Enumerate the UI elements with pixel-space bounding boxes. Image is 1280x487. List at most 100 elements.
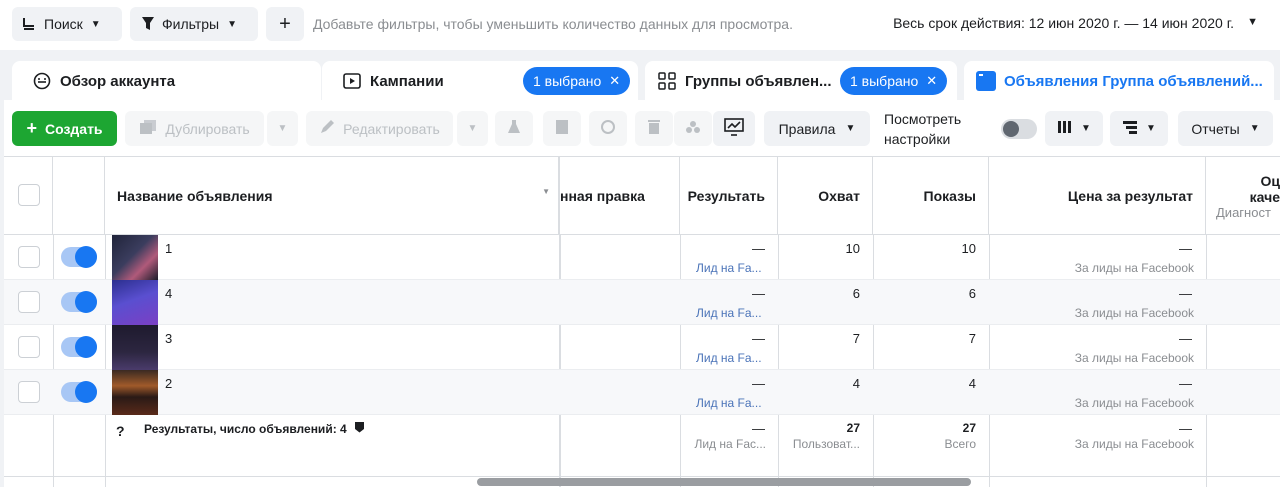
columns-button[interactable]: ▼ <box>1045 111 1103 146</box>
tag-button[interactable] <box>674 111 712 146</box>
header-reach[interactable]: Охват <box>778 157 873 235</box>
chart-monitor-icon <box>724 118 744 139</box>
ad-name[interactable]: 1 <box>165 241 172 256</box>
result-type[interactable]: Лид на Fa... <box>696 351 766 365</box>
preview-button[interactable] <box>543 111 581 146</box>
chevron-down-icon: ▼ <box>1081 123 1091 134</box>
date-range-picker[interactable]: Весь срок действия: 12 июн 2020 г. — 14 … <box>893 15 1234 31</box>
delete-button[interactable] <box>635 111 673 146</box>
ad-on-off-toggle[interactable] <box>61 381 97 403</box>
header-label: каче <box>1249 189 1280 205</box>
reach-value: 4 <box>852 376 860 391</box>
header-impressions[interactable]: Показы <box>873 157 989 235</box>
select-all-checkbox[interactable] <box>18 184 40 206</box>
tab-account-overview[interactable]: Обзор аккаунта <box>12 61 321 101</box>
ad-thumbnail[interactable] <box>112 325 158 370</box>
close-icon[interactable]: ✕ <box>926 73 937 89</box>
chevron-down-icon: ▼ <box>845 123 856 134</box>
filters-label: Фильтры <box>162 16 220 32</box>
header-label: Цена за результат <box>1067 188 1193 204</box>
summary-result-type: Лид на Fac... <box>694 437 766 451</box>
chevron-down-icon: ▼ <box>1146 123 1156 134</box>
header-label: нная правка <box>560 188 645 204</box>
circle-arrow-icon <box>600 119 616 138</box>
table-row[interactable]: 2 — Лид на Fa... 4 4 — За лиды на Facebo… <box>4 370 1280 415</box>
tag-icon <box>685 119 701 138</box>
result-value: — <box>752 331 765 346</box>
tab-ad-sets[interactable]: Группы объявлен... 1 выбрано ✕ <box>645 61 957 101</box>
add-filter-button[interactable]: + <box>266 7 304 41</box>
header-result[interactable]: Результать <box>680 157 778 235</box>
ad-on-off-toggle[interactable] <box>61 291 97 313</box>
ad-name[interactable]: 4 <box>165 286 172 301</box>
tab-ads[interactable]: Объявления Группа объявлений... <box>964 61 1274 101</box>
ad-name[interactable]: 2 <box>165 376 172 391</box>
info-icon[interactable] <box>354 422 365 436</box>
summary-impressions-type: Всего <box>944 437 976 451</box>
row-checkbox[interactable] <box>18 336 40 358</box>
selected-badge[interactable]: 1 выбрано ✕ <box>840 67 948 95</box>
reach-value: 10 <box>845 241 860 256</box>
sort-caret-icon[interactable]: ▼ <box>542 187 550 196</box>
pencil-icon <box>319 119 335 138</box>
ad-on-off-toggle[interactable] <box>61 336 97 358</box>
document-icon <box>555 119 569 138</box>
ads-icon <box>976 71 996 91</box>
breakdown-icon <box>1122 120 1138 137</box>
header-label: Название объявления <box>117 188 273 204</box>
header-cost-per-result[interactable]: Цена за результат <box>989 157 1206 235</box>
ad-thumbnail[interactable] <box>112 235 158 280</box>
trash-icon <box>647 119 661 138</box>
edit-button[interactable]: Редактировать <box>306 111 453 146</box>
row-checkbox[interactable] <box>18 246 40 268</box>
chart-button[interactable] <box>713 111 755 146</box>
row-checkbox[interactable] <box>18 381 40 403</box>
duplicate-button[interactable]: Дублировать <box>125 111 264 146</box>
row-checkbox[interactable] <box>18 291 40 313</box>
header-bulk-edit[interactable]: нная правка <box>560 157 680 235</box>
cost-type: За лиды на Facebook <box>1074 396 1194 410</box>
header-quality[interactable]: Оц каче Диагност <box>1206 157 1280 235</box>
summary-reach-type: Пользоват... <box>792 437 860 451</box>
cost-value: — <box>1179 286 1192 301</box>
plus-icon: + <box>26 118 37 138</box>
undo-button[interactable] <box>589 111 627 146</box>
duplicate-dropdown[interactable]: ▼ <box>267 111 298 146</box>
table-row[interactable]: 1 — Лид на Fa... 10 10 — За лиды на Face… <box>4 235 1280 280</box>
filters-button[interactable]: Фильтры ▼ <box>130 7 258 41</box>
close-icon[interactable]: ✕ <box>609 73 620 89</box>
reports-button[interactable]: Отчеты ▼ <box>1178 111 1273 146</box>
result-type[interactable]: Лид на Fa... <box>696 261 766 275</box>
tab-campaigns[interactable]: Кампании 1 выбрано ✕ <box>322 61 638 101</box>
table-row[interactable]: 3 — Лид на Fa... 7 7 — За лиды на Facebo… <box>4 325 1280 370</box>
ad-on-off-toggle[interactable] <box>61 246 97 268</box>
filter-icon <box>140 16 156 32</box>
ads-table: Название объявления ▼ нная правка Резуль… <box>4 156 1280 487</box>
result-type[interactable]: Лид на Fa... <box>696 306 766 320</box>
view-settings-toggle[interactable] <box>1001 119 1037 139</box>
ad-name[interactable]: 3 <box>165 331 172 346</box>
ad-thumbnail[interactable] <box>112 370 158 415</box>
horizontal-scrollbar[interactable] <box>477 478 971 486</box>
edit-dropdown[interactable]: ▼ <box>457 111 488 146</box>
summary-result: — <box>752 421 765 436</box>
chevron-down-icon: ▼ <box>227 18 237 30</box>
adsets-grid-icon <box>657 71 677 91</box>
ad-thumbnail[interactable] <box>112 280 158 325</box>
breakdown-button[interactable]: ▼ <box>1110 111 1168 146</box>
header-ad-name[interactable]: Название объявления ▼ <box>105 157 560 235</box>
search-button[interactable]: Поиск ▼ <box>12 7 122 41</box>
rules-button[interactable]: Правила ▼ <box>764 111 870 146</box>
cost-value: — <box>1179 376 1192 391</box>
selected-badge[interactable]: 1 выбрано ✕ <box>523 67 631 95</box>
chevron-down-icon[interactable]: ▼ <box>1247 16 1258 28</box>
result-type[interactable]: Лид на Fa... <box>696 396 766 410</box>
ab-test-button[interactable] <box>495 111 533 146</box>
columns-icon <box>1057 120 1073 137</box>
badge-label: 1 выбрано <box>533 73 602 89</box>
create-button[interactable]: + Создать <box>12 111 117 146</box>
filter-bar: Поиск ▼ Фильтры ▼ + Добавьте фильтры, чт… <box>0 0 1280 50</box>
table-row[interactable]: 4 — Лид на Fa... 6 6 — За лиды на Facebo… <box>4 280 1280 325</box>
tab-label: Группы объявлен... <box>685 72 832 90</box>
help-icon[interactable]: ? <box>116 423 125 439</box>
